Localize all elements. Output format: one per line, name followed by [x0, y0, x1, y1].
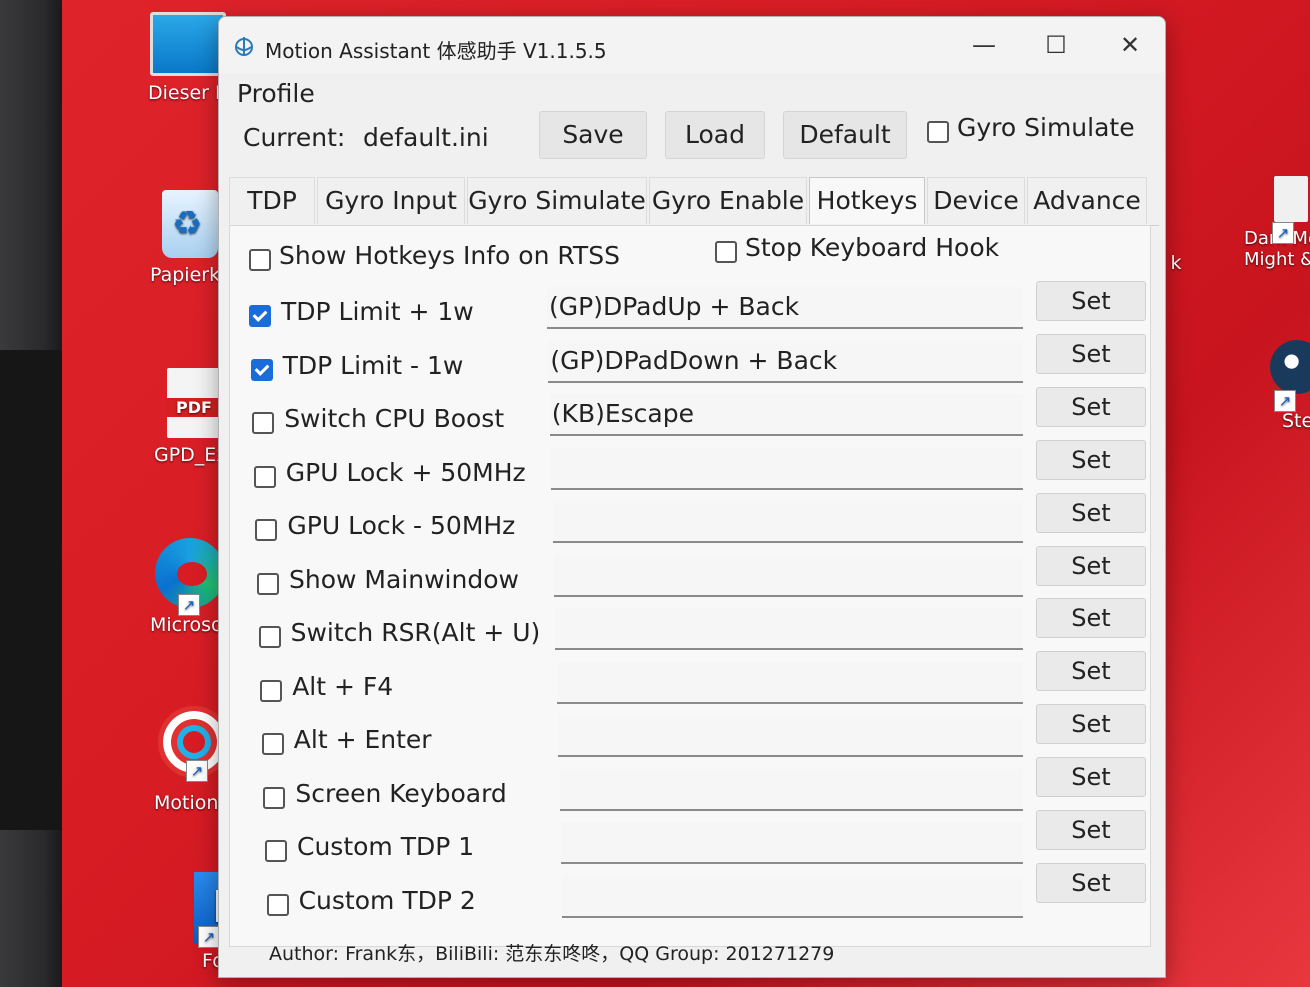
- monitor-icon: [150, 12, 226, 76]
- hotkey-label: Custom TDP 1: [297, 832, 475, 861]
- desktop-icon-this-pc[interactable]: Dieser P: [148, 12, 228, 104]
- hotkey-enable-checkbox[interactable]: [261, 733, 284, 755]
- gyro-simulate-checkbox[interactable]: [927, 121, 949, 143]
- hotkey-set-button[interactable]: Set: [1036, 810, 1146, 850]
- hotkey-enable-checkbox[interactable]: [252, 412, 275, 434]
- shortcut-arrow-icon: ↗: [178, 594, 200, 616]
- hotkey-label: Show Mainwindow: [289, 564, 519, 594]
- gyro-simulate-label[interactable]: Gyro Simulate: [957, 113, 1135, 142]
- desktop-icon-label: Dieser P: [148, 82, 227, 104]
- hotkey-binding-field[interactable]: [562, 875, 1023, 918]
- hotkey-label: GPU Lock + 50MHz: [285, 457, 526, 487]
- monitor-bezel: [0, 0, 62, 987]
- tab-tdp[interactable]: TDP: [229, 177, 315, 224]
- stop-keyboard-hook-label[interactable]: Stop Keyboard Hook: [745, 233, 999, 262]
- desktop-icon-partial[interactable]: k: [1166, 252, 1186, 274]
- hotkey-set-button[interactable]: Set: [1036, 545, 1146, 586]
- tab-device[interactable]: Device: [927, 177, 1025, 224]
- hotkey-enable-checkbox[interactable]: [258, 626, 281, 648]
- shortcut-arrow-icon: ↗: [1274, 390, 1296, 412]
- pdf-icon: PDF: [167, 368, 221, 438]
- desktop-icon-label: k: [1170, 252, 1182, 274]
- shortcut-arrow-icon: ↗: [198, 926, 220, 948]
- hotkey-enable-checkbox[interactable]: [249, 305, 271, 327]
- shortcut-arrow-icon: ↗: [186, 760, 208, 782]
- hotkey-enable-checkbox[interactable]: [255, 519, 278, 541]
- hotkey-binding-field[interactable]: (GP)DPadUp + Back: [547, 287, 1023, 329]
- pdf-badge: PDF: [167, 398, 221, 417]
- hotkey-enable-checkbox[interactable]: [266, 893, 289, 916]
- hotkey-binding-field[interactable]: [551, 447, 1023, 490]
- motion-assistant-window: Motion Assistant 体感助手 V1.1.5.5 — ☐ ✕ Pro…: [218, 16, 1166, 978]
- title-bar[interactable]: Motion Assistant 体感助手 V1.1.5.5 — ☐ ✕: [219, 17, 1165, 73]
- minimize-button[interactable]: —: [959, 29, 1009, 61]
- maximize-button[interactable]: ☐: [1031, 29, 1081, 61]
- desktop-icon-dark-media[interactable]: Dark Me Might & ↗: [1244, 176, 1310, 270]
- hotkey-set-button[interactable]: Set: [1036, 386, 1146, 427]
- current-profile-value: default.ini: [363, 123, 489, 152]
- hotkey-set-button[interactable]: Set: [1036, 757, 1146, 798]
- hotkey-label: Switch RSR(Alt + U): [290, 618, 541, 647]
- tab-gyro-input[interactable]: Gyro Input: [317, 177, 465, 224]
- hotkey-enable-checkbox[interactable]: [265, 840, 287, 862]
- show-rtss-checkbox[interactable]: [249, 249, 271, 271]
- hotkey-binding-field[interactable]: [552, 501, 1023, 543]
- hotkey-set-button[interactable]: Set: [1036, 704, 1146, 745]
- tab-gyro-simulate[interactable]: Gyro Simulate: [467, 177, 647, 224]
- hotkey-enable-checkbox[interactable]: [257, 572, 279, 595]
- hotkey-label: TDP Limit + 1w: [281, 297, 474, 326]
- hotkey-set-button[interactable]: Set: [1036, 281, 1146, 321]
- hotkey-binding-field[interactable]: [554, 554, 1023, 597]
- hotkey-enable-checkbox[interactable]: [260, 679, 283, 702]
- hotkey-set-button[interactable]: Set: [1036, 492, 1146, 533]
- save-button[interactable]: Save: [539, 111, 647, 159]
- hotkey-label: TDP Limit - 1w: [282, 350, 464, 380]
- stop-keyboard-hook-checkbox[interactable]: [715, 241, 737, 263]
- hotkey-set-button[interactable]: Set: [1036, 439, 1146, 480]
- tab-hotkeys[interactable]: Hotkeys: [809, 177, 925, 224]
- hotkey-binding-field[interactable]: [555, 608, 1023, 650]
- recycle-bin-icon: [162, 190, 218, 258]
- hotkey-set-button[interactable]: Set: [1036, 862, 1146, 903]
- current-profile-label: Current:: [243, 123, 346, 152]
- hotkey-label: Screen Keyboard: [295, 778, 507, 808]
- tab-gyro-enable[interactable]: Gyro Enable: [649, 177, 807, 224]
- hotkey-label: Alt + F4: [292, 671, 394, 701]
- tab-bar: TDP Gyro Input Gyro Simulate Gyro Enable…: [229, 177, 1159, 226]
- tab-advance[interactable]: Advance: [1027, 177, 1147, 224]
- show-rtss-label[interactable]: Show Hotkeys Info on RTSS: [279, 241, 620, 270]
- hotkey-enable-checkbox[interactable]: [250, 358, 273, 381]
- desktop-icon-label: Ste: [1282, 410, 1310, 432]
- hotkey-binding-field[interactable]: [558, 715, 1023, 757]
- hotkey-label: GPU Lock - 50MHz: [287, 511, 516, 540]
- load-button[interactable]: Load: [665, 111, 765, 159]
- app-logo-icon: [235, 37, 253, 56]
- default-button[interactable]: Default: [783, 111, 907, 159]
- shortcut-arrow-icon: ↗: [1272, 222, 1294, 244]
- hotkey-binding-field[interactable]: (GP)DPadDown + Back: [548, 340, 1023, 383]
- hotkey-set-button[interactable]: Set: [1036, 598, 1146, 639]
- hotkey-binding-field[interactable]: [556, 661, 1023, 704]
- author-footer: Author: Frank东，BiliBili: 范东东咚咚，QQ Group:…: [269, 943, 835, 965]
- hotkey-enable-checkbox[interactable]: [263, 786, 286, 809]
- close-button[interactable]: ✕: [1105, 29, 1155, 61]
- desktop-icon-steam[interactable]: Ste ↗: [1270, 340, 1310, 432]
- hotkey-label: Alt + Enter: [293, 725, 432, 754]
- hotkey-binding-field[interactable]: [559, 768, 1023, 811]
- hotkey-set-button[interactable]: Set: [1036, 333, 1146, 374]
- file-icon: [1274, 176, 1308, 222]
- window-title: Motion Assistant 体感助手 V1.1.5.5: [265, 39, 607, 63]
- profile-heading: Profile: [237, 79, 315, 108]
- hotkey-label: Custom TDP 2: [298, 885, 476, 915]
- hotkey-binding-field[interactable]: (KB)Escape: [549, 394, 1023, 436]
- hotkey-enable-checkbox[interactable]: [253, 465, 276, 488]
- hotkey-set-button[interactable]: Set: [1036, 651, 1146, 692]
- hotkey-binding-field[interactable]: [561, 822, 1023, 864]
- hotkey-label: Switch CPU Boost: [284, 404, 505, 433]
- steam-icon: [1270, 340, 1310, 394]
